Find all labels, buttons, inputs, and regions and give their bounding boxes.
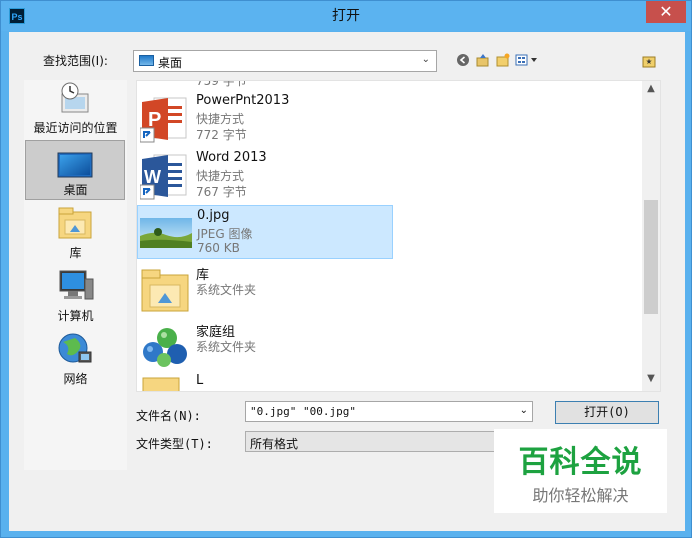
list-item-partial-top[interactable]: 759 字节	[137, 80, 437, 88]
file-name: 0.jpg	[197, 208, 230, 223]
back-icon[interactable]	[455, 53, 471, 69]
scroll-down-icon[interactable]: ▼	[642, 373, 660, 389]
file-type-value: 所有格式	[250, 437, 299, 451]
library-folder-icon	[141, 269, 189, 312]
file-list-scrollbar[interactable]: ▲ ▼	[642, 81, 660, 391]
file-name: L	[196, 373, 204, 388]
new-folder-icon[interactable]	[495, 53, 511, 69]
file-type: 快捷方式	[196, 169, 245, 183]
chevron-down-icon[interactable]: ⌄	[520, 405, 528, 416]
homegroup-icon	[143, 328, 187, 367]
file-name: Word 2013	[196, 150, 267, 165]
look-in-label: 查找范围(I):	[43, 54, 108, 68]
watermark-subtitle: 助你轻松解决	[532, 486, 629, 505]
open-button[interactable]: 打开(O)	[555, 401, 659, 424]
place-label-network: 网络	[63, 372, 88, 386]
file-name: PowerPnt2013	[196, 93, 290, 108]
place-computer[interactable]: 计算机	[24, 267, 127, 327]
file-name-value: "0.jpg" "00.jpg"	[250, 405, 356, 418]
list-item-homegroup[interactable]: 家庭组 系统文件夹	[137, 319, 437, 373]
file-name-label: 文件名(N):	[136, 409, 201, 423]
dialog-body: 查找范围(I): 桌面 ⌄ 最近访问的位置 桌面 库 计算机 网络 759 字节…	[9, 32, 685, 531]
place-network[interactable]: 网络	[24, 330, 127, 390]
folder-icon	[142, 377, 180, 391]
desktop-icon	[57, 152, 93, 178]
file-type-select[interactable]: 所有格式	[245, 431, 533, 452]
watermark-title: 百科全说	[518, 445, 643, 480]
file-size: 760 KB	[197, 241, 240, 255]
look-in-value: 桌面	[158, 56, 183, 70]
scroll-thumb[interactable]	[644, 200, 658, 314]
watermark: 百科全说 助你轻松解决	[494, 429, 667, 513]
list-item-word[interactable]: W Word 2013 快捷方式 767 字节	[137, 148, 437, 202]
places-bar: 最近访问的位置 桌面 库 计算机 网络	[24, 80, 127, 470]
list-item-partial-bottom[interactable]: L	[137, 373, 437, 391]
look-in-dropdown[interactable]: 桌面 ⌄	[133, 50, 437, 72]
place-label-library: 库	[69, 246, 82, 260]
desktop-small-icon	[139, 55, 154, 66]
word-icon: W	[140, 154, 187, 200]
favorite-folder-icon[interactable]	[641, 55, 657, 71]
list-item-jpg[interactable]: 0.jpg JPEG 图像 760 KB	[137, 205, 393, 259]
close-button[interactable]: ✕	[646, 1, 686, 23]
file-size: 767 字节	[196, 185, 247, 199]
place-label-desktop: 桌面	[63, 183, 88, 197]
svg-text:W: W	[144, 167, 161, 187]
file-list[interactable]: 759 字节 P PowerPnt2013 快捷方式 772 字节 W Word…	[136, 80, 661, 392]
file-size: 772 字节	[196, 128, 247, 142]
view-menu-icon[interactable]	[515, 53, 541, 69]
up-folder-icon[interactable]	[475, 53, 491, 69]
file-type: 系统文件夹	[196, 283, 257, 297]
powerpoint-icon: P	[140, 97, 187, 143]
title-bar[interactable]: Ps 打开 ✕	[1, 1, 691, 31]
chevron-down-icon: ⌄	[421, 54, 430, 65]
place-label-computer: 计算机	[57, 309, 94, 323]
file-type: 系统文件夹	[196, 340, 257, 354]
list-item-library[interactable]: 库 系统文件夹	[137, 262, 437, 316]
file-type-label: 文件类型(T):	[136, 437, 213, 451]
place-desktop[interactable]: 桌面	[24, 80, 127, 202]
list-item-powerpoint[interactable]: P PowerPnt2013 快捷方式 772 字节	[137, 91, 437, 145]
network-icon	[58, 333, 92, 363]
window-title: 打开	[332, 8, 360, 24]
file-name-input[interactable]: "0.jpg" "00.jpg" ⌄	[245, 401, 533, 422]
file-type: 快捷方式	[196, 112, 245, 126]
library-icon	[58, 207, 92, 239]
scroll-up-icon[interactable]: ▲	[642, 83, 660, 99]
file-type: JPEG 图像	[197, 227, 253, 241]
open-dialog-window: Ps 打开 ✕ 查找范围(I): 桌面 ⌄ 最近访问的位置 桌面 库 计算机 网…	[0, 0, 692, 538]
file-size: 759 字节	[196, 80, 247, 88]
image-thumbnail	[140, 218, 192, 248]
computer-icon	[59, 270, 94, 300]
place-library[interactable]: 库	[24, 204, 127, 264]
